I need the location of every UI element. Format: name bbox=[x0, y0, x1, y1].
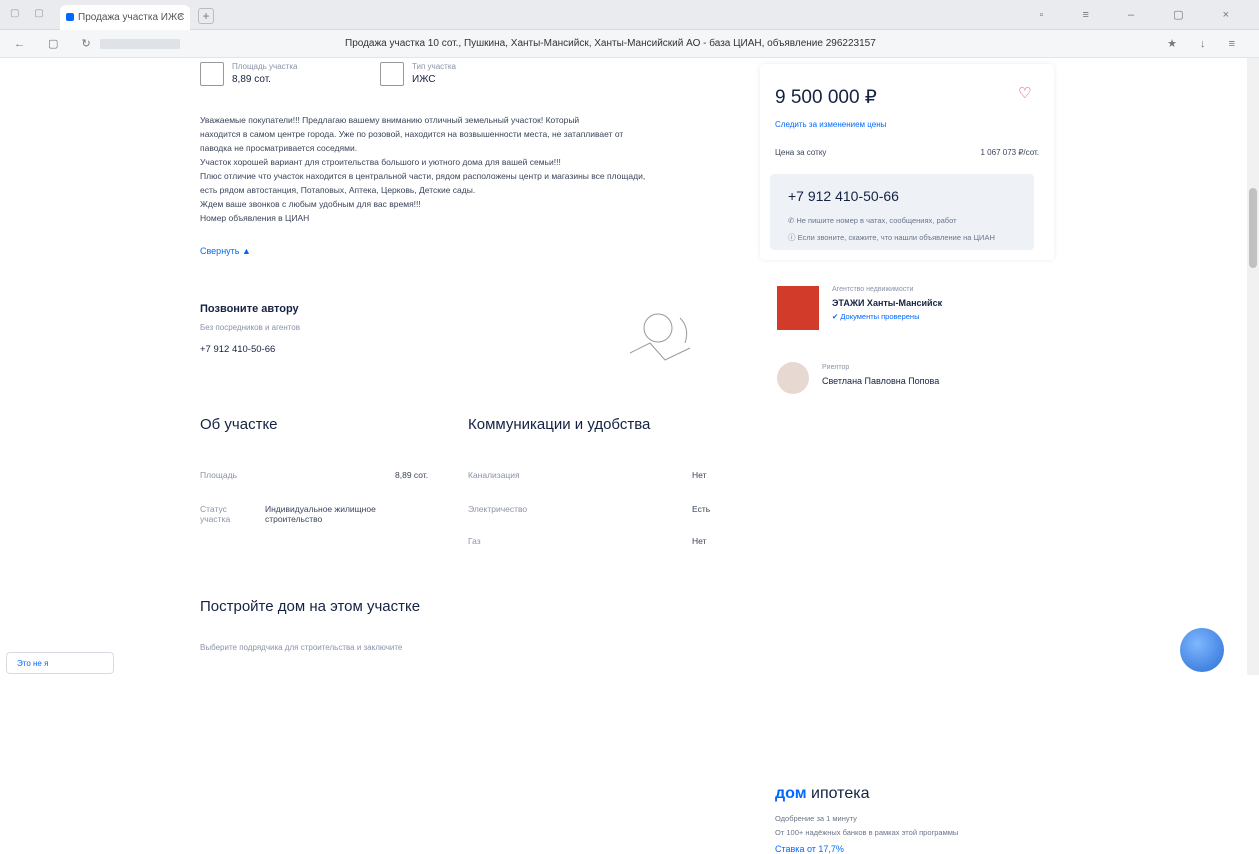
price: 9 500 000 ₽ bbox=[775, 87, 877, 108]
new-tab-button[interactable]: + bbox=[198, 8, 214, 24]
contact-note: ⓘ Если звоните, скажите, что нашли объяв… bbox=[788, 233, 995, 242]
page-title: Продажа участка 10 сот., Пушкина, Ханты-… bbox=[345, 38, 876, 49]
spec-area: Площадь участка 8,89 сот. bbox=[200, 62, 297, 86]
about-row-label: Статус участка bbox=[200, 504, 231, 524]
about-title: Об участке bbox=[200, 416, 278, 433]
about-row-label: Площадь bbox=[200, 470, 238, 480]
comm-row-value: Есть bbox=[692, 504, 711, 514]
spec-label: Площадь участка bbox=[232, 62, 298, 71]
spec-value: ИЖС bbox=[412, 74, 436, 85]
about-row-value: 8,89 сот. bbox=[395, 470, 429, 480]
agency-label: Агентство недвижимости bbox=[832, 286, 914, 293]
comm-row-value: Нет bbox=[692, 470, 707, 480]
comm-row-label: Канализация bbox=[468, 470, 520, 480]
build-title: Постройте дом на этом участке bbox=[200, 598, 421, 615]
comm-row-value: Нет bbox=[692, 536, 707, 546]
navigation-buttons[interactable]: ← ▢ ↻ bbox=[14, 37, 101, 50]
spec-value: 8,89 сот. bbox=[232, 74, 271, 85]
close-tab-icon[interactable]: × bbox=[178, 11, 184, 22]
listing-main: Площадь участка 8,89 сот. Тип участка ИЖ… bbox=[200, 58, 720, 675]
specs-row: Площадь участка 8,89 сот. Тип участка ИЖ… bbox=[200, 58, 720, 98]
agent-label: Риелтор bbox=[822, 364, 850, 371]
agency-name[interactable]: ЭТАЖИ Ханты-Мансийск bbox=[832, 298, 942, 308]
price-per-unit-value: 1 067 073 ₽/сот. bbox=[980, 148, 1040, 157]
price-card: 9 500 000 ₽ ♡ Следить за изменением цены… bbox=[760, 64, 1054, 260]
assistant-cube-icon[interactable] bbox=[1180, 628, 1224, 672]
tab-controls[interactable]: ▢ ▢ bbox=[10, 8, 50, 19]
agent-avatar[interactable] bbox=[777, 362, 809, 394]
address-bar: ← ▢ ↻ Продажа участка 10 сот., Пушкина, … bbox=[0, 30, 1259, 58]
description-line: Ждем ваше звонков с любым удобным для ва… bbox=[200, 199, 421, 209]
spec-label: Тип участка bbox=[412, 62, 456, 71]
favorite-heart-icon[interactable]: ♡ bbox=[1018, 86, 1034, 102]
bottom-left-button[interactable]: Это не я bbox=[6, 652, 114, 674]
description-line: Уважаемые покупатели!!! Предлагаю вашему… bbox=[200, 115, 580, 125]
agency-logo[interactable] bbox=[777, 286, 819, 330]
agent-name[interactable]: Светлана Павловна Попова bbox=[822, 376, 939, 386]
comm-row-label: Газ bbox=[468, 536, 481, 546]
contact-phone[interactable]: +7 912 410-50-66 bbox=[788, 188, 899, 204]
agency-docs-badge: ✔ Документы проверены bbox=[832, 312, 920, 321]
contact-note: ✆ Не пишите номер в чатах, сообщениях, р… bbox=[788, 216, 957, 225]
spec-type: Тип участка ИЖС bbox=[380, 62, 456, 86]
build-subtitle: Выберите подрядчика для строительства и … bbox=[200, 643, 403, 652]
illustration-icon bbox=[629, 313, 691, 361]
description-line: Плюс отличие что участок находится в цен… bbox=[200, 171, 646, 181]
description-line: находится в самом центре города. Уже по … bbox=[200, 129, 624, 139]
about-row-value: Индивидуальное жилищное строительство bbox=[265, 504, 376, 524]
communications-title: Коммуникации и удобства bbox=[468, 416, 651, 433]
mortgage-line: От 100+ надёжных банков в рамках этой пр… bbox=[775, 828, 959, 837]
scrollbar-thumb[interactable] bbox=[1249, 188, 1257, 268]
address-domain[interactable] bbox=[100, 39, 180, 49]
follow-price-link[interactable]: Следить за изменением цены bbox=[775, 120, 886, 129]
document-icon bbox=[380, 62, 404, 86]
collapse-description-link[interactable]: Свернуть ▲ bbox=[200, 246, 251, 256]
browser-tab[interactable]: Продажа участка ИЖС × bbox=[60, 5, 190, 30]
browser-actions[interactable]: ★ ↓ ≡ bbox=[1167, 37, 1245, 50]
mortgage-card[interactable]: дом ипотека Одобрение за 1 минуту От 100… bbox=[760, 410, 1054, 854]
mortgage-logo: дом ипотека bbox=[775, 785, 870, 802]
mortgage-rate-link[interactable]: Ставка от 17,7% bbox=[775, 844, 844, 854]
area-icon bbox=[200, 62, 224, 86]
comm-row-label: Электричество bbox=[468, 504, 528, 514]
contact-box: +7 912 410-50-66 ✆ Не пишите номер в чат… bbox=[770, 174, 1034, 250]
scrollbar[interactable] bbox=[1247, 58, 1259, 675]
mortgage-line: Одобрение за 1 минуту bbox=[775, 814, 857, 823]
favicon-icon bbox=[66, 13, 74, 21]
description-line: Участок хорошей вариант для строительств… bbox=[200, 157, 561, 167]
description-line: паводка не просматривается соседями. bbox=[200, 143, 358, 153]
window-controls[interactable]: ▫ ≡ – ▢ × bbox=[1040, 8, 1247, 21]
browser-tabbar: ▢ ▢ Продажа участка ИЖС × + ▫ ≡ – ▢ × bbox=[0, 0, 1259, 30]
description: Уважаемые покупатели!!! Предлагаю вашему… bbox=[200, 113, 715, 225]
price-per-unit-label: Цена за сотку bbox=[775, 148, 827, 157]
tab-title: Продажа участка ИЖС bbox=[78, 12, 185, 23]
description-line: есть рядом автостанция, Потаповых, Аптек… bbox=[200, 185, 476, 195]
description-line: Номер объявления в ЦИАН bbox=[200, 213, 310, 223]
